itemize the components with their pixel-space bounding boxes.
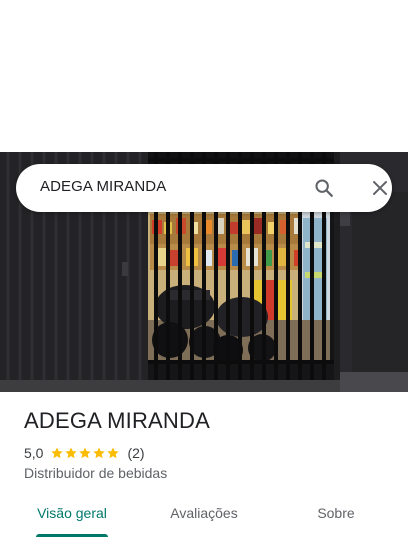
search-input[interactable]: ADEGA MIRANDA — [40, 178, 166, 195]
place-category[interactable]: Distribuidor de bebidas — [24, 465, 167, 481]
rating-value: 5,0 — [24, 445, 44, 461]
tab-overview[interactable]: Visão geral — [36, 505, 108, 521]
star-rating — [50, 446, 120, 460]
star-icon — [93, 447, 106, 459]
close-icon — [373, 181, 387, 195]
search-bar[interactable]: ADEGA MIRANDA — [16, 164, 392, 212]
place-tabs: Visão geral Avaliações Sobre — [0, 494, 408, 544]
search-icon — [315, 179, 333, 197]
tab-about[interactable]: Sobre — [308, 505, 364, 521]
active-tab-indicator — [36, 534, 108, 537]
rating-row[interactable]: 5,0 (2) — [24, 444, 145, 462]
place-title: ADEGA MIRANDA — [24, 408, 210, 433]
review-count[interactable]: (2) — [127, 445, 144, 461]
star-icon — [79, 447, 92, 459]
star-icon — [107, 447, 120, 459]
search-button[interactable] — [312, 176, 336, 200]
star-icon — [51, 447, 64, 459]
star-icon — [65, 447, 78, 459]
close-button[interactable] — [368, 176, 392, 200]
tab-reviews[interactable]: Avaliações — [164, 505, 244, 521]
